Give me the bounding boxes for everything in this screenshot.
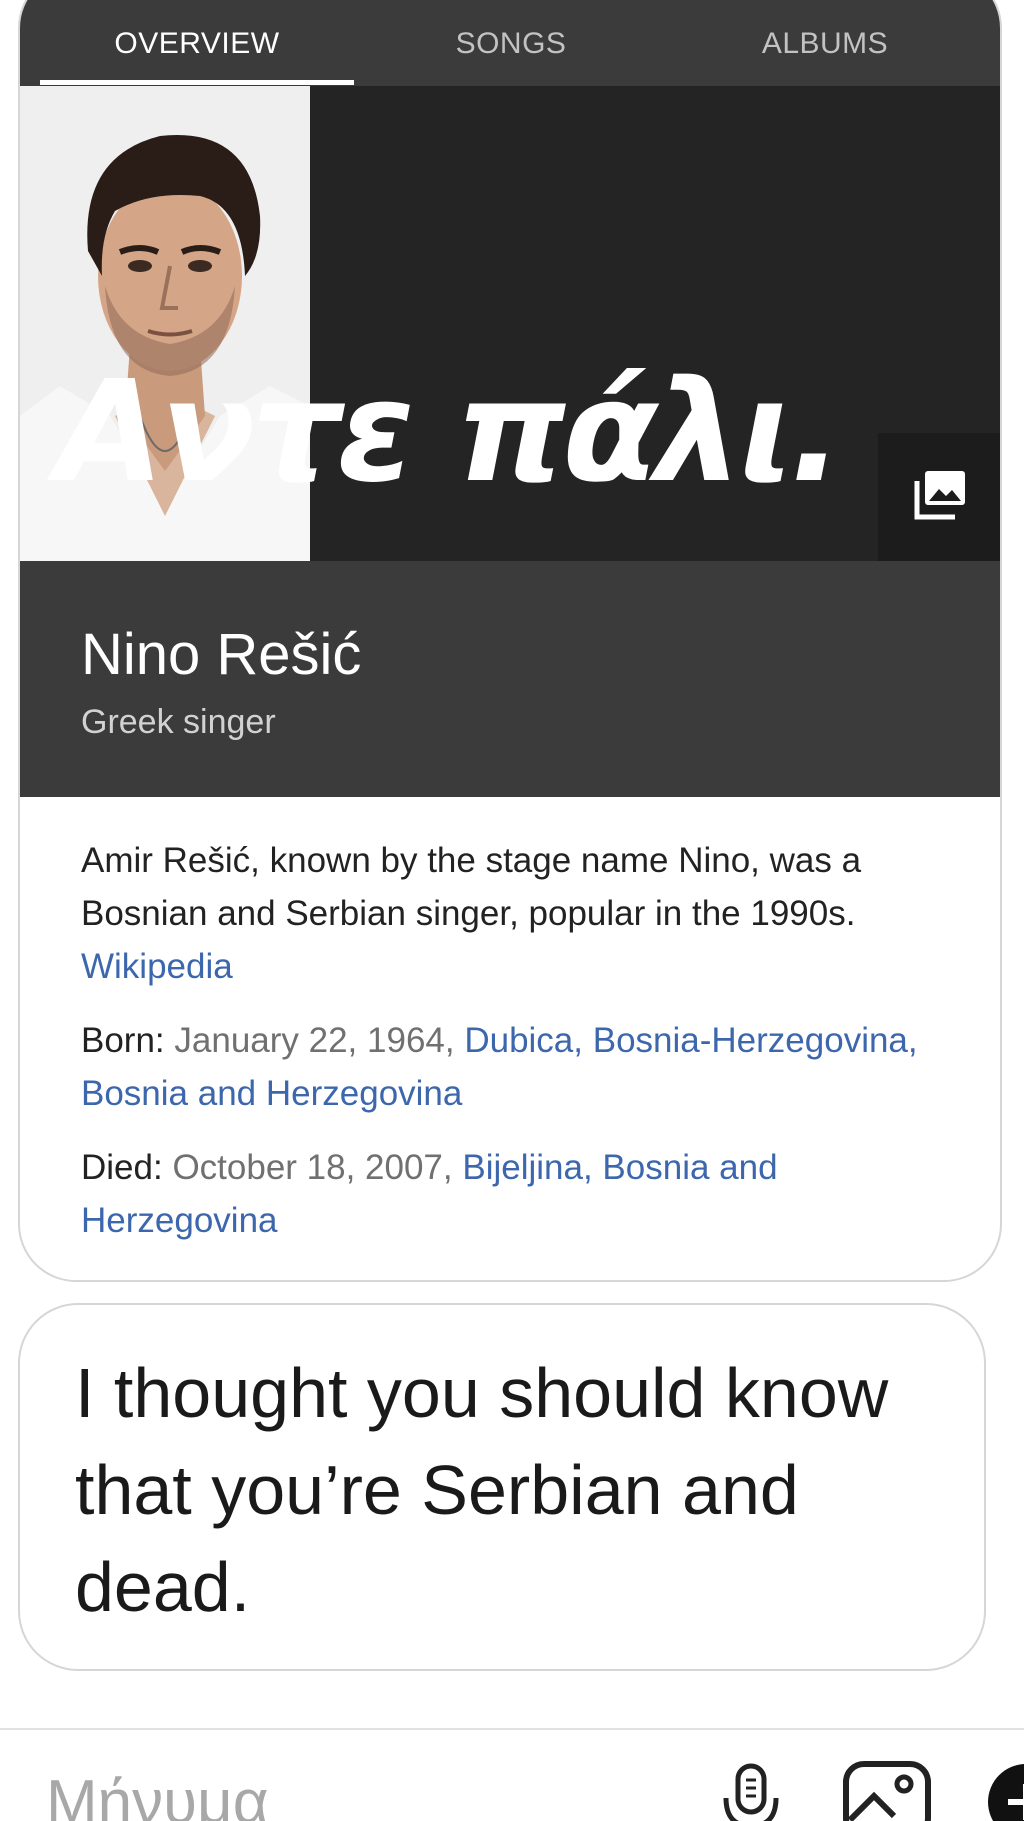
entity-summary: Amir Rešić, known by the stage name Nino… bbox=[81, 841, 862, 933]
hero-image-area bbox=[20, 86, 1000, 561]
artist-photo[interactable] bbox=[20, 86, 310, 561]
tab-songs[interactable]: SONGS bbox=[354, 2, 668, 86]
message-text: I thought you should know that you’re Se… bbox=[75, 1354, 889, 1626]
died-date: October 18, 2007, bbox=[172, 1148, 463, 1187]
entity-subtitle: Greek singer bbox=[81, 703, 276, 741]
attach-image-button[interactable] bbox=[842, 1760, 932, 1821]
active-tab-indicator bbox=[40, 80, 354, 85]
send-button[interactable] bbox=[986, 1762, 1024, 1821]
born-date: January 22, 1964, bbox=[174, 1021, 465, 1060]
tab-albums[interactable]: ALBUMS bbox=[668, 2, 982, 86]
knowledge-panel-card: OVERVIEW SONGS ALBUMS Nino Rešić Greek s… bbox=[18, 0, 1002, 1282]
message-bubble[interactable]: I thought you should know that you’re Se… bbox=[18, 1303, 986, 1671]
born-fact: Born: January 22, 1964, Dubica, Bosnia-H… bbox=[81, 1014, 941, 1120]
entity-details: Amir Rešić, known by the stage name Nino… bbox=[81, 834, 941, 1247]
entity-title: Nino Rešić bbox=[81, 622, 362, 687]
message-input[interactable]: Μήνυμα bbox=[46, 1765, 269, 1821]
died-label: Died: bbox=[81, 1148, 173, 1187]
photo-gallery-icon bbox=[911, 469, 967, 526]
view-gallery-button[interactable] bbox=[878, 433, 1000, 561]
microphone-button[interactable] bbox=[716, 1760, 786, 1821]
composer-divider bbox=[0, 1728, 1024, 1730]
died-fact: Died: October 18, 2007, Bijeljina, Bosni… bbox=[81, 1141, 941, 1247]
entity-header: Nino Rešić Greek singer bbox=[20, 561, 1000, 797]
born-label: Born: bbox=[81, 1021, 175, 1060]
tab-bar: OVERVIEW SONGS ALBUMS bbox=[20, 0, 1000, 86]
screen: OVERVIEW SONGS ALBUMS Nino Rešić Greek s… bbox=[0, 0, 1024, 1821]
wikipedia-link[interactable]: Wikipedia bbox=[81, 947, 233, 986]
tab-overview[interactable]: OVERVIEW bbox=[40, 2, 354, 86]
